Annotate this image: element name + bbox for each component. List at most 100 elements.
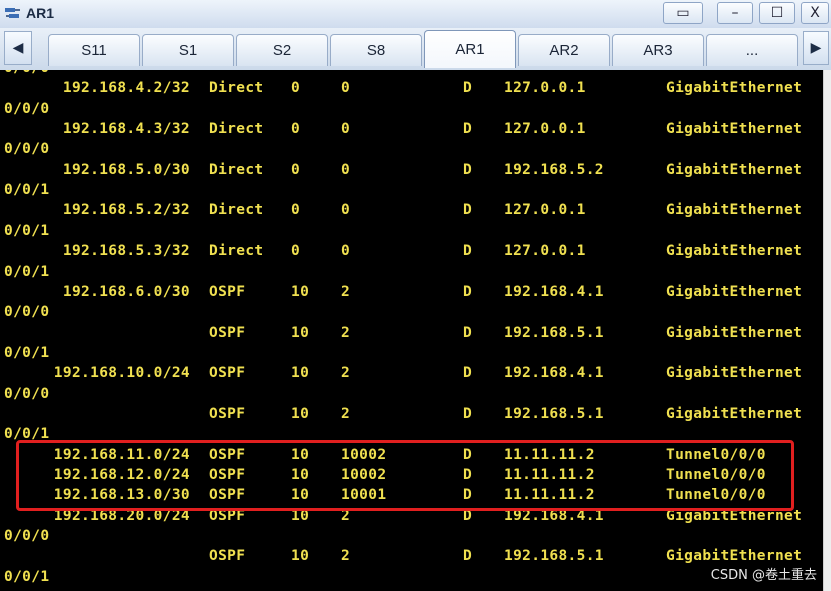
route-dest: 192.168.5.0/30 [62, 161, 190, 178]
route-dest: 192.168.5.3/32 [62, 243, 190, 260]
route-entry-line: 192.168.5.3/32 Direct 0 0 D 127.0.0.1 GigabitE… [0, 243, 823, 263]
interface-suffix: 0/0/0 [4, 528, 50, 545]
tab-ar3[interactable]: AR3 [612, 34, 704, 66]
route-cost: 0 [341, 243, 351, 260]
route-iface: GigabitEthernet [666, 548, 803, 565]
route-cost: 2 [341, 324, 351, 341]
route-nexthop: 192.168.4.1 [504, 283, 604, 300]
close-button[interactable]: X [801, 2, 829, 24]
route-proto: OSPF [209, 283, 246, 300]
tab-label: AR1 [455, 41, 485, 58]
route-cost: 0 [341, 80, 351, 97]
route-nexthop: 192.168.5.1 [504, 548, 604, 565]
route-proto: Direct [209, 121, 264, 138]
route-proto: Direct [209, 243, 264, 260]
route-entry-line: 192.168.10.0/24 OSPF 10 2 D 192.168.4.1 Gigabi… [0, 365, 823, 385]
terminal-wrap-line: 0/0/1 [0, 264, 823, 284]
interface-suffix: 0/0/1 [4, 182, 50, 199]
arrow-left-icon: ◀ [12, 40, 24, 56]
terminal-output[interactable]: 0/0/0 192.168.4.2/32 Direct 0 0 D 127.0.0.1 Gig… [0, 70, 823, 591]
interface-suffix: 0/0/0 [4, 385, 50, 402]
minimize-button[interactable]: – [717, 2, 753, 24]
route-nexthop: 192.168.4.1 [504, 365, 604, 382]
route-proto: Direct [209, 80, 264, 97]
tab-s8[interactable]: S8 [330, 34, 422, 66]
route-flags: D [463, 548, 473, 565]
route-nexthop: 127.0.0.1 [504, 243, 586, 260]
tab-label: S1 [178, 42, 198, 59]
route-entry-line: 192.168.5.0/30 Direct 0 0 D 192.168.5.2 Gigabi… [0, 162, 823, 182]
route-entry-line: OSPF 10 2 D 192.168.5.1 GigabitEthernet [0, 548, 823, 568]
route-cost: 2 [341, 405, 351, 422]
interface-suffix: 0/0/0 [4, 70, 49, 76]
terminal-wrap-line: 0/0/0 [0, 141, 823, 161]
route-iface: GigabitEthernet [666, 243, 803, 260]
terminal-wrap-line: 0/0/1 [0, 569, 823, 589]
route-entry-line: OSPF 10 2 D 192.168.5.1 GigabitEthernet [0, 325, 823, 345]
scroll-tabs-left-button[interactable]: ◀ [4, 31, 32, 65]
route-iface: GigabitEthernet [666, 365, 803, 382]
interface-suffix: 0/0/1 [4, 222, 50, 239]
route-proto: Direct [209, 161, 264, 178]
interface-suffix: 0/0/1 [4, 344, 50, 361]
route-flags: D [463, 405, 473, 422]
tab-s11[interactable]: S11 [48, 34, 140, 66]
arrow-right-icon: ▶ [810, 40, 822, 56]
route-cost: 2 [341, 283, 351, 300]
interface-suffix: 0/0/1 [4, 263, 50, 280]
route-nexthop: 192.168.5.2 [504, 161, 604, 178]
route-pre: 0 [291, 80, 301, 97]
route-pre: 0 [291, 161, 301, 178]
route-cost: 2 [341, 365, 351, 382]
tab-more[interactable]: ... [706, 34, 798, 66]
route-nexthop: 127.0.0.1 [504, 202, 586, 219]
tab-s1[interactable]: S1 [142, 34, 234, 66]
maximize-button[interactable]: ☐ [759, 2, 795, 24]
scroll-tabs-right-button[interactable]: ▶ [803, 31, 829, 65]
window-title: AR1 [26, 5, 55, 21]
title-bar: AR1 ▭ – ☐ X [0, 0, 831, 29]
route-nexthop: 127.0.0.1 [504, 80, 586, 97]
route-pre: 0 [291, 121, 301, 138]
route-pre: 10 [291, 283, 310, 300]
terminal-scrollbar[interactable] [823, 70, 831, 591]
route-flags: D [463, 80, 473, 97]
terminal-wrap-line: 0/0/1 [0, 182, 823, 202]
route-iface: GigabitEthernet [666, 283, 803, 300]
route-pre: 0 [291, 202, 301, 219]
route-proto: OSPF [209, 324, 246, 341]
tab-ar1[interactable]: AR1 [424, 30, 516, 68]
route-entry-line: 192.168.6.0/30 OSPF 10 2 D 192.168.4.1 Gigabit… [0, 284, 823, 304]
route-dest: 192.168.4.2/32 [62, 80, 190, 97]
tab-ar2[interactable]: AR2 [518, 34, 610, 66]
route-dest: 192.168.10.0/24 [53, 365, 190, 382]
route-entry-line: OSPF 10 2 D 192.168.5.1 GigabitEthernet [0, 406, 823, 426]
route-entry-line: 192.168.4.2/32 Direct 0 0 D 127.0.0.1 GigabitE… [0, 80, 823, 100]
route-pre: 10 [291, 324, 310, 341]
route-dest: 192.168.6.0/30 [62, 283, 190, 300]
close-icon: X [810, 5, 820, 21]
route-proto: Direct [209, 202, 264, 219]
route-pre: 10 [291, 405, 310, 422]
route-pre: 0 [291, 243, 301, 260]
route-iface: GigabitEthernet [666, 324, 803, 341]
terminal-wrap-line: 0/0/1 [0, 345, 823, 365]
route-flags: D [463, 324, 473, 341]
terminal-wrap-line: 0/0/0 [0, 528, 823, 548]
tab-strip: ◀ S11 S1 S2 S8 AR1 AR2 AR3 ... ▶ [0, 28, 831, 71]
router-app-icon [5, 8, 20, 18]
route-proto: OSPF [209, 365, 246, 382]
tab-label: AR3 [643, 42, 673, 59]
interface-suffix: 0/0/0 [4, 141, 50, 158]
route-dest: 192.168.4.3/32 [62, 121, 190, 138]
route-iface: GigabitEthernet [666, 121, 803, 138]
highlight-annotation-box [16, 440, 794, 511]
route-cost: 0 [341, 202, 351, 219]
tab-s2[interactable]: S2 [236, 34, 328, 66]
route-pre: 10 [291, 548, 310, 565]
route-proto: OSPF [209, 548, 246, 565]
route-cost: 2 [341, 548, 351, 565]
route-flags: D [463, 365, 473, 382]
route-cost: 0 [341, 121, 351, 138]
restore-layout-button[interactable]: ▭ [663, 2, 703, 24]
